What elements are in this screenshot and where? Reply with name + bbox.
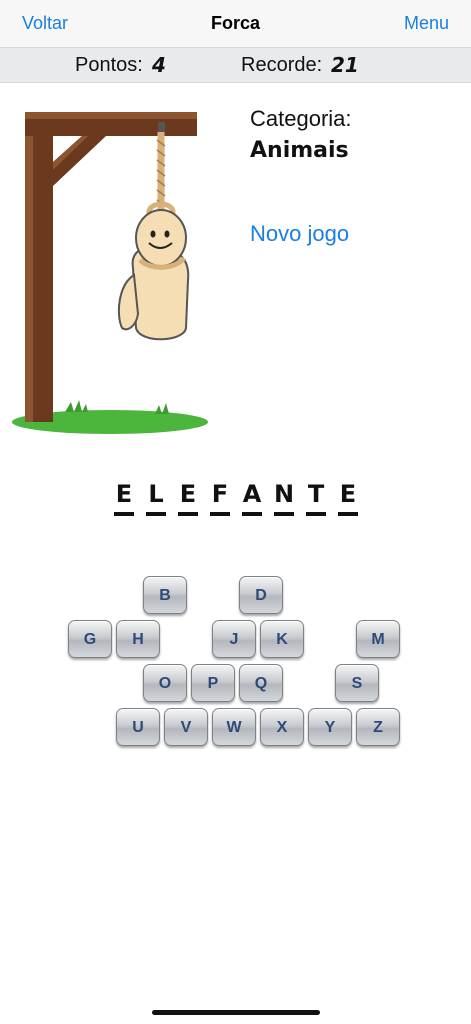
key-j[interactable]: J <box>212 620 256 658</box>
key-v[interactable]: V <box>164 708 208 746</box>
key-m[interactable]: M <box>356 620 400 658</box>
hanged-figure <box>117 209 190 341</box>
letter-slot-underline <box>338 512 358 516</box>
letter-slot-char: A <box>242 480 262 508</box>
letter-slot-char: E <box>339 480 357 508</box>
key-z[interactable]: Z <box>356 708 400 746</box>
key-b[interactable]: B <box>143 576 187 614</box>
letter-slot-underline <box>210 512 230 516</box>
letter-slot-char: F <box>211 480 229 508</box>
record-label: Recorde: <box>241 54 323 76</box>
category-label: Categoria: <box>250 106 352 131</box>
key-s[interactable]: S <box>335 664 379 702</box>
key-q[interactable]: Q <box>239 664 283 702</box>
key-d[interactable]: D <box>239 576 283 614</box>
key-g[interactable]: G <box>68 620 112 658</box>
record-value: 21 <box>331 53 359 77</box>
key-h[interactable]: H <box>116 620 160 658</box>
letter-slot-char: L <box>148 480 164 508</box>
key-o[interactable]: O <box>143 664 187 702</box>
key-x[interactable]: X <box>260 708 304 746</box>
key-y[interactable]: Y <box>308 708 352 746</box>
letter-slot-char: E <box>115 480 133 508</box>
letter-slot-underline <box>114 512 134 516</box>
rope <box>146 122 176 223</box>
score-bar: Pontos: 4 Recorde: 21 <box>0 47 471 83</box>
navigation-bar: Voltar Forca Menu <box>0 0 471 47</box>
key-w[interactable]: W <box>212 708 256 746</box>
letter-slot-char: E <box>179 480 197 508</box>
new-game-button[interactable]: Novo jogo <box>250 221 349 247</box>
key-u[interactable]: U <box>116 708 160 746</box>
gallows-illustration <box>12 112 208 434</box>
home-indicator[interactable] <box>152 1010 320 1015</box>
letter-slot-underline <box>242 512 262 516</box>
letter-slot-underline <box>274 512 294 516</box>
letter-slot-underline <box>146 512 166 516</box>
letter-slot-char: N <box>274 480 295 508</box>
key-k[interactable]: K <box>260 620 304 658</box>
points-value: 4 <box>152 53 166 77</box>
menu-button[interactable]: Menu <box>404 13 449 34</box>
page-title: Forca <box>210 13 261 33</box>
key-p[interactable]: P <box>191 664 235 702</box>
points-label: Pontos: <box>75 54 143 76</box>
letter-slot-underline <box>178 512 198 516</box>
letter-slot-underline <box>306 512 326 516</box>
category-value: Animais <box>250 138 349 163</box>
letter-slot-char: T <box>307 480 325 508</box>
